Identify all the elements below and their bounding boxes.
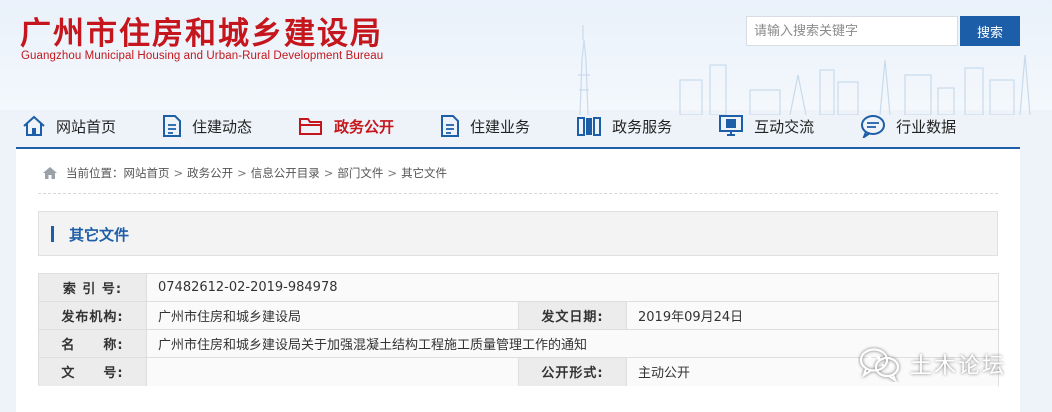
table-row: 文 号: 公开形式: 主动公开 (38, 357, 1000, 386)
table-row: 名 称: 广州市住房和城乡建设局关于加强混凝土结构工程施工质量管理工作的通知 (38, 329, 1000, 358)
breadcrumb-separator: > (173, 166, 184, 180)
breadcrumb-link-gov-affairs[interactable]: 政务公开 (187, 165, 233, 181)
home-icon (22, 115, 46, 137)
publisher-label: 发布机构: (38, 301, 147, 330)
dashed-divider (38, 193, 998, 194)
document-info-table: 索 引 号: 07482612-02-2019-984978 发布机构: 广州市… (38, 273, 1000, 386)
watermark: 土木论坛 (858, 344, 1006, 384)
breadcrumb-separator: > (387, 166, 398, 180)
breadcrumb: 当前位置： 网站首页 > 政务公开 > 信息公开目录 > 部门文件 > 其它文件 (42, 165, 447, 181)
breadcrumb-link-catalog[interactable]: 信息公开目录 (251, 165, 320, 181)
issue-date-value: 2019年09月24日 (625, 301, 1000, 330)
document-number-label: 文 号: (38, 357, 147, 386)
nav-item-label: 互动交流 (754, 117, 815, 136)
search-button[interactable]: 搜索 (960, 16, 1020, 46)
site-title-english: Guangzhou Municipal Housing and Urban-Ru… (21, 50, 384, 62)
site-title: 广州市住房和城乡建设局 (20, 16, 383, 52)
breadcrumb-link-dept-docs[interactable]: 部门文件 (337, 165, 383, 181)
document-icon (440, 114, 460, 138)
disclosure-form-label: 公开形式: (518, 357, 627, 386)
search-input[interactable] (746, 16, 958, 46)
nav-item-label: 住建动态 (192, 117, 253, 136)
section-title: 其它文件 (69, 226, 130, 244)
nav-item-interaction[interactable]: 互动交流 (718, 105, 814, 147)
nav-item-business[interactable]: 住建业务 (440, 105, 530, 147)
nav-item-gov-affairs[interactable]: 政务公开 (292, 105, 401, 151)
wechat-icon (859, 348, 900, 382)
nav-item-services[interactable]: 政务服务 (576, 105, 672, 147)
publisher-value: 广州市住房和城乡建设局 (146, 301, 519, 330)
home-icon (42, 166, 58, 180)
document-number-value (146, 357, 519, 386)
monitor-icon (718, 114, 744, 138)
table-row: 发布机构: 广州市住房和城乡建设局 发文日期: 2019年09月24日 (38, 301, 1000, 330)
index-number-label: 索 引 号: (38, 273, 147, 302)
breadcrumb-separator: > (237, 166, 247, 180)
nav-item-label: 政务服务 (612, 117, 673, 136)
folder-icon (298, 115, 324, 137)
issue-date-label: 发文日期: (518, 301, 627, 330)
breadcrumb-link-home[interactable]: 网站首页 (124, 165, 170, 181)
breadcrumb-separator: > (323, 166, 334, 180)
nav-item-label: 住建业务 (470, 117, 531, 136)
nav-item-label: 行业数据 (896, 117, 957, 136)
books-icon (576, 115, 602, 137)
document-name-label: 名 称: (38, 329, 147, 358)
document-icon (162, 114, 182, 138)
breadcrumb-current: 其它文件 (401, 166, 448, 180)
watermark-text: 土木论坛 (910, 354, 1007, 379)
section-header: 其它文件 (38, 211, 998, 256)
nav-item-data[interactable]: 行业数据 (860, 105, 956, 147)
nav-item-label: 政务公开 (334, 117, 395, 136)
index-number-value: 07482612-02-2019-984978 (145, 273, 1000, 302)
nav-item-label: 网站首页 (56, 117, 117, 136)
main-nav: 网站首页 住建动态 政务公开 住建业务 政务服务 互动交流 行业数据 (16, 105, 1020, 151)
nav-item-home[interactable]: 网站首页 (22, 105, 116, 147)
section-accent-bar (51, 226, 54, 242)
breadcrumb-prefix: 当前位置： (66, 166, 124, 180)
table-row: 索 引 号: 07482612-02-2019-984978 (38, 273, 1000, 302)
chat-icon (860, 114, 886, 138)
site-header: 广州市住房和城乡建设局 Guangzhou Municipal Housing … (0, 0, 1052, 115)
nav-item-news[interactable]: 住建动态 (162, 105, 252, 147)
